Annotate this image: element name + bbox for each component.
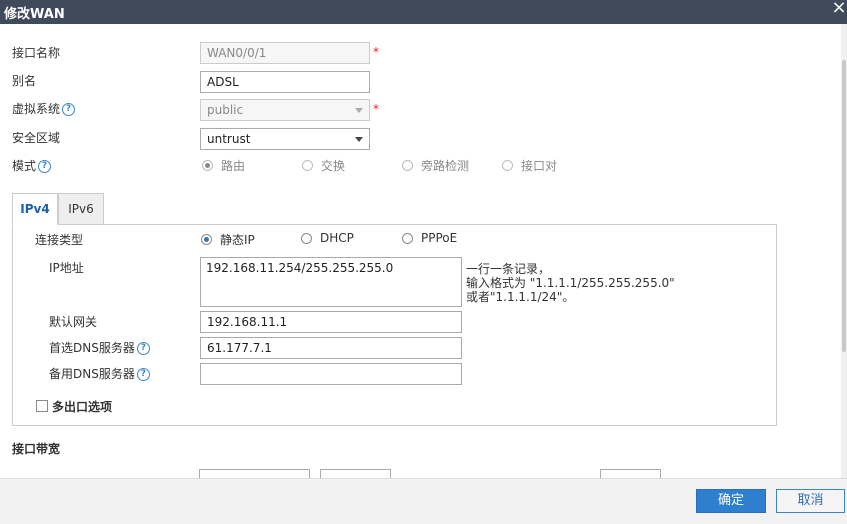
cancel-button[interactable]: 取消	[776, 489, 845, 513]
dialog-titlebar: 修改WAN ×	[0, 0, 847, 24]
scrollbar[interactable]	[841, 24, 847, 478]
mode-radio-pair: 接口对	[502, 157, 557, 174]
interface-name-label: 接口名称	[12, 46, 61, 60]
gateway-label: 默认网关	[49, 315, 98, 329]
alias-label: 别名	[12, 74, 37, 88]
bandwidth-threshold-partial[interactable]	[600, 469, 661, 478]
radio-icon	[402, 232, 413, 244]
multi-exit-label: 多出口选项	[52, 400, 113, 414]
required-mark: *	[373, 45, 379, 59]
radio-icon	[201, 234, 212, 245]
mode-label: 模式?	[12, 157, 52, 174]
close-icon[interactable]: ×	[831, 0, 847, 17]
hint-line: 或者"1.1.1.1/24"。	[466, 290, 575, 304]
mode-option-label: 旁路检测	[421, 159, 470, 173]
ok-button[interactable]: 确定	[696, 489, 766, 513]
help-icon[interactable]: ?	[62, 103, 76, 116]
dns-primary-input[interactable]: 61.177.7.1	[200, 337, 462, 359]
hint-line: 一行一条记录，	[466, 262, 551, 276]
help-icon[interactable]: ?	[38, 160, 52, 173]
tab-ipv4[interactable]: IPv4	[12, 193, 58, 225]
dns-primary-label-text: 首选DNS服务器	[49, 341, 135, 355]
dns-backup-input[interactable]	[200, 363, 462, 385]
bandwidth-input-partial[interactable]	[199, 469, 310, 478]
radio-icon	[502, 160, 513, 171]
vsys-label-text: 虚拟系统	[12, 102, 61, 116]
conn-option-label: DHCP	[320, 231, 354, 245]
zone-select[interactable]: untrust	[200, 128, 370, 150]
dns-primary-label: 首选DNS服务器?	[49, 339, 150, 356]
help-icon[interactable]: ?	[136, 342, 150, 355]
hint-line: 输入格式为 "1.1.1.1/255.255.255.0"	[466, 276, 675, 290]
conn-type-label: 连接类型	[35, 233, 84, 247]
conn-type-pppoe[interactable]: PPPoE	[402, 231, 457, 245]
radio-icon	[302, 160, 313, 171]
scrollbar-thumb[interactable]	[842, 60, 846, 352]
dns-backup-label-text: 备用DNS服务器	[49, 367, 135, 381]
mode-radio-bypass: 旁路检测	[402, 157, 469, 174]
zone-label: 安全区域	[12, 131, 61, 145]
ip-label: IP地址	[49, 261, 84, 275]
tab-ipv6[interactable]: IPv6	[58, 193, 104, 225]
bandwidth-section-title: 接口带宽	[12, 442, 61, 456]
ip-hint: 一行一条记录， 输入格式为 "1.1.1.1/255.255.255.0" 或者…	[466, 262, 675, 304]
conn-type-static[interactable]: 静态IP	[201, 231, 255, 248]
help-icon[interactable]: ?	[136, 368, 150, 381]
radio-icon	[202, 160, 213, 171]
alias-input[interactable]: ADSL	[200, 71, 370, 93]
mode-label-text: 模式	[12, 159, 37, 173]
mode-option-label: 路由	[221, 159, 246, 173]
radio-icon	[402, 160, 413, 171]
dialog-title: 修改WAN	[4, 7, 65, 22]
mode-option-label: 交换	[321, 159, 346, 173]
gateway-input[interactable]: 192.168.11.1	[200, 311, 462, 333]
radio-icon	[301, 232, 312, 244]
ip-textarea[interactable]: 192.168.11.254/255.255.255.0	[200, 257, 462, 307]
dialog-content: 接口名称 WAN0/0/1 * 别名 ADSL 虚拟系统? public * 安…	[0, 24, 847, 478]
mode-radio-switch: 交换	[302, 157, 345, 174]
mode-option-label: 接口对	[521, 159, 558, 173]
vsys-label: 虚拟系统?	[12, 100, 76, 117]
mode-radio-route: 路由	[202, 157, 245, 174]
bandwidth-unit-partial[interactable]	[320, 469, 391, 478]
interface-name-field: WAN0/0/1	[200, 42, 370, 64]
conn-option-label: PPPoE	[421, 231, 458, 245]
vsys-select: public	[200, 99, 370, 121]
multi-exit-checkbox[interactable]	[36, 400, 48, 412]
required-mark: *	[373, 102, 379, 116]
dns-backup-label: 备用DNS服务器?	[49, 365, 150, 382]
conn-type-dhcp[interactable]: DHCP	[301, 231, 354, 245]
conn-option-label: 静态IP	[220, 233, 255, 247]
